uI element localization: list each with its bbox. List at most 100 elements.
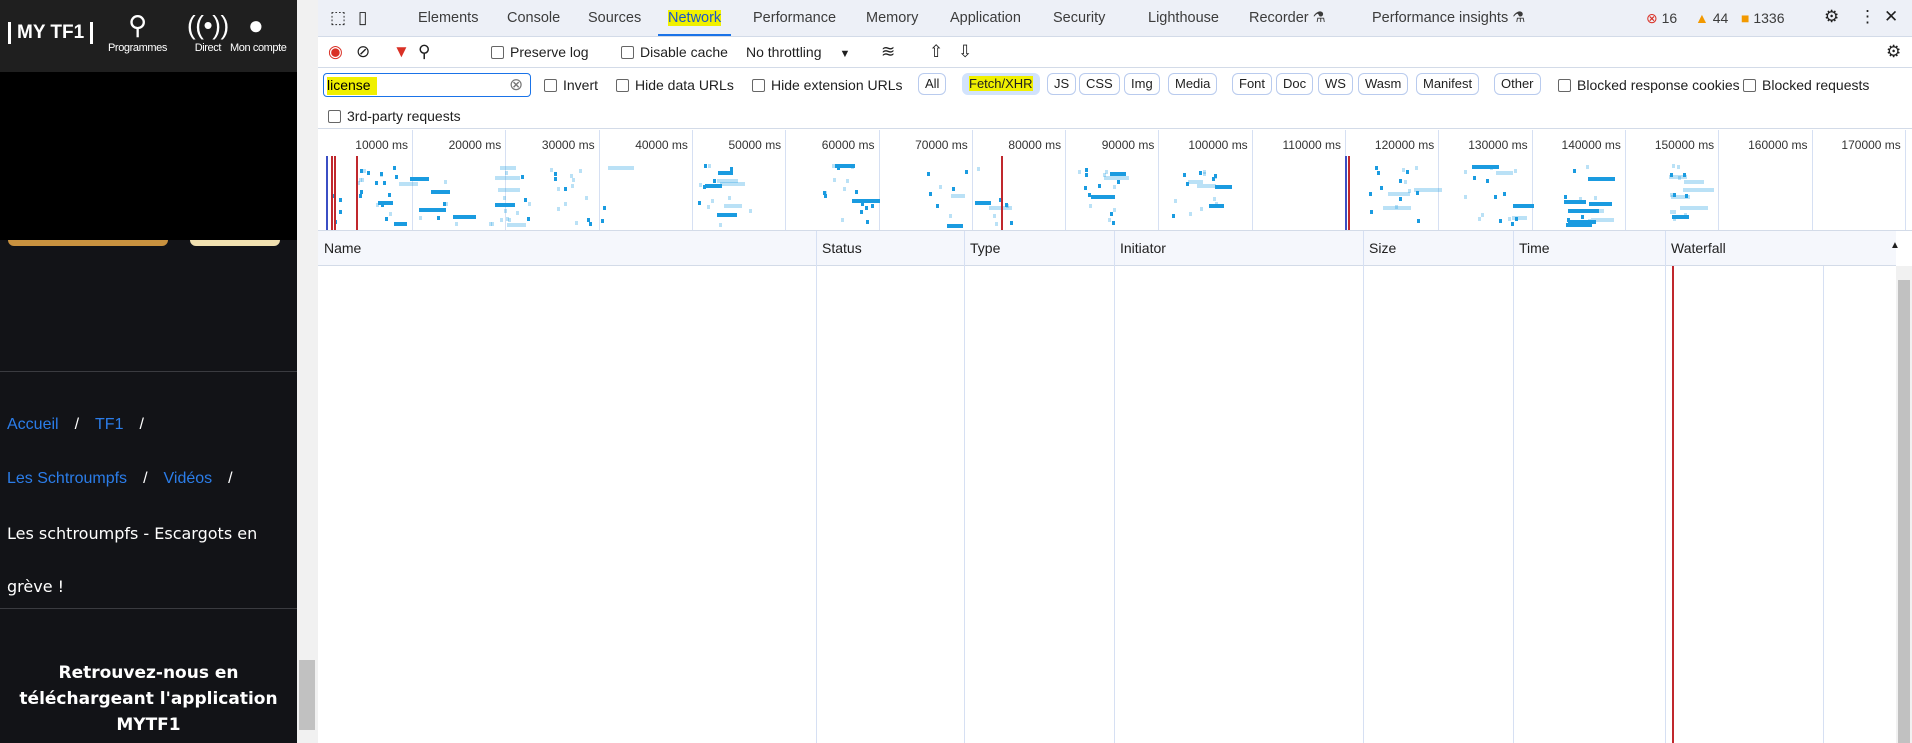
filter-all[interactable]: All <box>918 73 947 95</box>
load-event-line <box>1672 266 1674 743</box>
column-header-initiator[interactable]: Initiator <box>1120 240 1166 256</box>
filter-media[interactable]: Media <box>1168 73 1218 95</box>
column-divider[interactable] <box>1513 231 1514 743</box>
column-divider[interactable] <box>1665 231 1666 743</box>
event-line <box>326 156 328 230</box>
tab-console[interactable]: Console <box>507 10 560 26</box>
warning-count[interactable]: ▲ 44 <box>1695 10 1728 26</box>
filter-css[interactable]: CSS <box>1079 73 1120 95</box>
tab-network[interactable]: Network <box>657 10 732 36</box>
hide-data-urls-checkbox[interactable]: Hide data URLs <box>616 77 734 93</box>
throttling-select[interactable]: No throttling ▼ <box>746 44 850 60</box>
request-mark <box>699 182 703 187</box>
filter-wasm[interactable]: Wasm <box>1358 73 1409 95</box>
filter-doc[interactable]: Doc <box>1276 73 1314 95</box>
tab-security[interactable]: Security <box>1053 10 1105 26</box>
column-divider[interactable] <box>1363 231 1364 743</box>
filter-ws[interactable]: WS <box>1318 73 1353 95</box>
divider <box>0 371 297 372</box>
nav-programmes[interactable]: ⚲ Programmes <box>108 8 167 54</box>
request-mark <box>521 174 525 179</box>
request-mark <box>841 218 845 223</box>
tab-performance-insights[interactable]: Performance insights ⚗ <box>1372 10 1525 26</box>
column-divider[interactable] <box>1114 231 1115 743</box>
thumbnail[interactable] <box>8 240 168 246</box>
record-stop-icon[interactable]: ◉ <box>328 42 343 62</box>
thumbnail[interactable] <box>190 240 280 246</box>
nav-mon-compte[interactable]: ● Mon compte <box>230 8 300 54</box>
filter-icon[interactable]: ▼ <box>393 42 410 62</box>
request-mark <box>712 178 716 183</box>
scrollbar-thumb[interactable] <box>1898 280 1910 743</box>
tab-memory[interactable]: Memory <box>866 10 918 26</box>
breadcrumb-videos[interactable]: Vidéos <box>164 470 213 487</box>
blocked-requests-checkbox[interactable]: Blocked requests <box>1743 77 1869 93</box>
network-conditions-icon[interactable]: ≋ <box>881 42 895 62</box>
tab-performance[interactable]: Performance <box>753 10 836 26</box>
request-mark <box>1395 204 1399 209</box>
inspect-element-icon[interactable]: ⬚ <box>330 8 346 28</box>
third-party-requests-checkbox[interactable]: 3rd-party requests <box>328 108 461 124</box>
filter-img[interactable]: Img <box>1124 73 1160 95</box>
import-har-icon[interactable]: ⇧ <box>929 42 943 62</box>
tab-elements[interactable]: Elements <box>418 10 478 26</box>
video-player[interactable] <box>0 72 297 240</box>
column-header-waterfall[interactable]: Waterfall <box>1671 240 1726 256</box>
tab-application[interactable]: Application <box>950 10 1021 26</box>
request-mark <box>1085 168 1089 173</box>
hide-extension-urls-checkbox[interactable]: Hide extension URLs <box>752 77 903 93</box>
blocked-response-cookies-checkbox[interactable]: Blocked response cookies <box>1558 77 1740 93</box>
filter-fetch-xhr[interactable]: Fetch/XHR <box>962 73 1040 95</box>
device-toolbar-icon[interactable]: ▯ <box>358 8 367 28</box>
mytf1-logo[interactable]: MY TF1 <box>8 22 94 44</box>
preserve-log-checkbox[interactable]: Preserve log <box>491 44 589 60</box>
export-har-icon[interactable]: ⇩ <box>958 42 972 62</box>
timeline-tick-label: 140000 ms <box>1561 138 1621 152</box>
filter-js[interactable]: JS <box>1047 73 1077 95</box>
invert-checkbox[interactable]: Invert <box>544 77 598 93</box>
disable-cache-checkbox[interactable]: Disable cache <box>621 44 728 60</box>
request-mark <box>367 170 371 175</box>
settings-icon[interactable]: ⚙ <box>1824 7 1839 27</box>
error-count[interactable]: ⊗ 16 <box>1646 10 1677 27</box>
column-header-type[interactable]: Type <box>970 240 1000 256</box>
breadcrumb-les-schtroumpfs[interactable]: Les Schtroumpfs <box>7 470 127 487</box>
timeline-tick-label: 100000 ms <box>1188 138 1248 152</box>
network-toolbar: ◉ ⊘ ▼ ⚲ Preserve log Disable cache No th… <box>318 37 1912 68</box>
timeline-tick-label: 60000 ms <box>821 138 875 152</box>
tab-sources[interactable]: Sources <box>588 10 641 26</box>
sort-ascending-icon[interactable]: ▲ <box>1890 240 1900 251</box>
request-mark <box>504 171 508 176</box>
scrollbar-thumb[interactable] <box>299 660 315 730</box>
network-settings-icon[interactable]: ⚙ <box>1886 42 1901 62</box>
breadcrumb-accueil[interactable]: Accueil <box>7 416 59 433</box>
clear-filter-icon[interactable]: ⊗ <box>509 75 523 95</box>
page-scrollbar[interactable] <box>297 0 318 743</box>
column-header-size[interactable]: Size <box>1369 240 1396 256</box>
more-options-icon[interactable]: ⋮ <box>1859 7 1876 27</box>
timeline-overview[interactable]: 10000 ms 20000 ms 30000 ms 40000 ms 50000 ms… <box>318 130 1912 231</box>
filter-font[interactable]: Font <box>1232 73 1273 95</box>
nav-direct[interactable]: ((•)) Direct <box>187 8 229 54</box>
table-scrollbar[interactable] <box>1896 266 1912 743</box>
filter-other[interactable]: Other <box>1494 73 1541 95</box>
column-divider[interactable] <box>964 231 965 743</box>
column-header-status[interactable]: Status <box>822 240 862 256</box>
breadcrumb-tf1[interactable]: TF1 <box>95 416 123 433</box>
column-divider[interactable] <box>816 231 817 743</box>
request-mark <box>965 169 969 174</box>
request-mark <box>935 204 939 209</box>
request-mark <box>1182 173 1186 178</box>
column-header-time[interactable]: Time <box>1519 240 1550 256</box>
tab-recorder[interactable]: Recorder ⚗ <box>1249 10 1326 26</box>
search-icon[interactable]: ⚲ <box>418 42 430 62</box>
close-icon[interactable]: ✕ <box>1884 7 1898 27</box>
filter-manifest[interactable]: Manifest <box>1416 73 1480 95</box>
timeline-tick-label: 30000 ms <box>541 138 595 152</box>
issues-count[interactable]: ■ 1336 <box>1741 10 1785 26</box>
tab-lighthouse[interactable]: Lighthouse <box>1148 10 1219 26</box>
filter-input[interactable] <box>323 73 531 97</box>
clear-icon[interactable]: ⊘ <box>356 42 370 62</box>
request-mark <box>852 199 881 204</box>
column-header-name[interactable]: Name <box>324 240 361 256</box>
